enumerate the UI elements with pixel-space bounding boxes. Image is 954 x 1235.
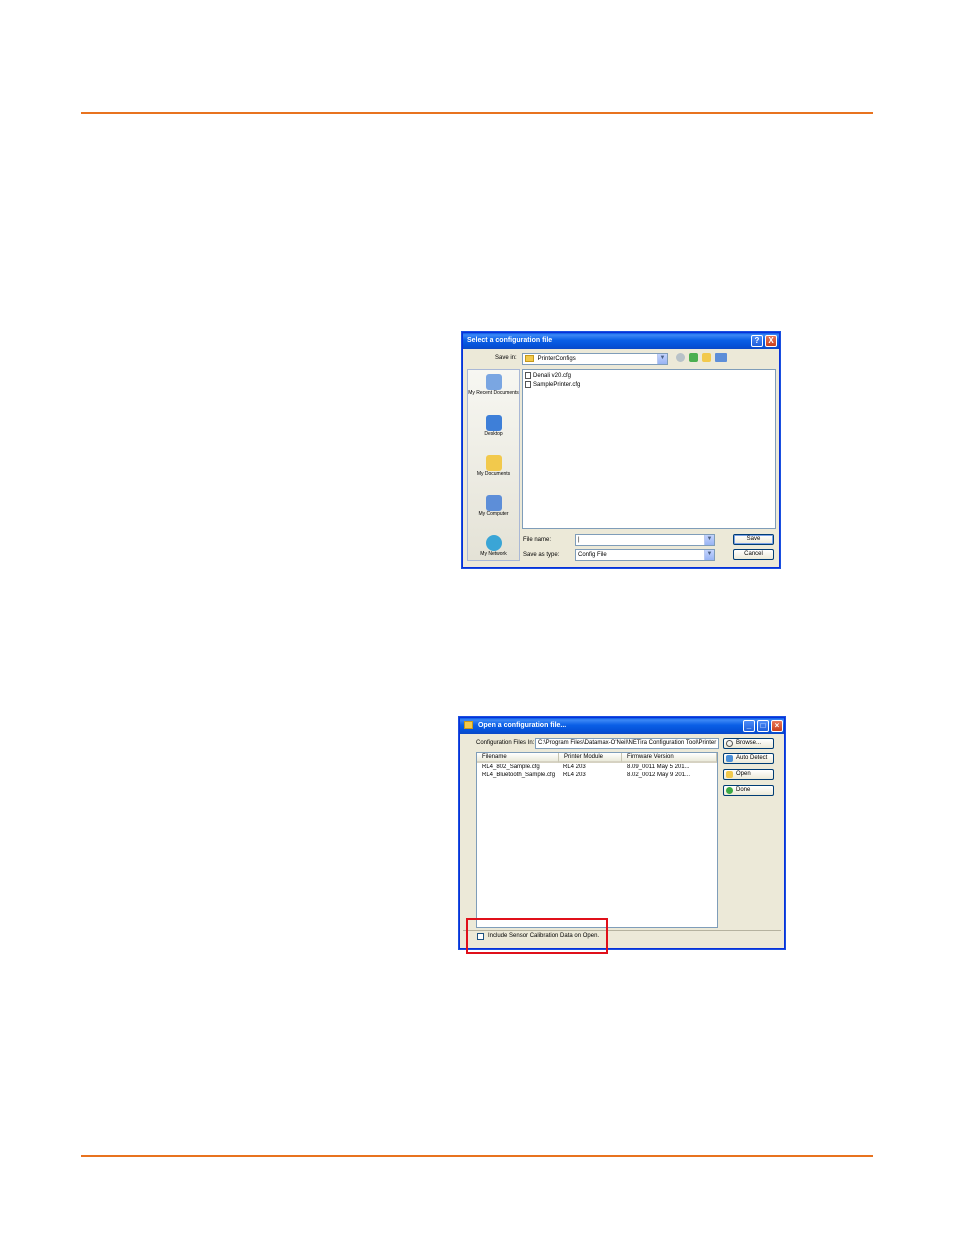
save-in-label: Save in: [495, 355, 517, 361]
table-row[interactable]: RL4_802_Sample.cfg RL4 203 8.09_0011 May… [477, 764, 717, 772]
window-app-icon [464, 721, 473, 730]
recent-documents-icon [485, 374, 502, 390]
auto-detect-button[interactable]: Auto Detect [723, 753, 774, 764]
browse-label: Browse... [736, 740, 762, 746]
save-dialog-title: Select a configuration file [467, 337, 553, 344]
check-icon [726, 787, 733, 794]
browse-button[interactable]: Browse... [723, 738, 774, 749]
network-icon [485, 535, 502, 551]
open-config-dialog: Open a configuration file... _ □ × Confi… [459, 717, 785, 949]
file-name-text: Denali v20.cfg [533, 373, 572, 380]
config-file-icon [525, 372, 531, 379]
column-header-filename[interactable]: Filename [477, 753, 559, 763]
column-header-printer-module[interactable]: Printer Module [559, 753, 622, 763]
detect-icon [726, 755, 733, 762]
file-name-label: File name: [523, 537, 552, 543]
folder-icon [525, 354, 534, 362]
path-input[interactable]: C:\Program Files\Datamax-O'Neil\NETira C… [535, 738, 719, 749]
place-computer[interactable]: My Computer [468, 495, 519, 517]
minimize-icon[interactable]: _ [743, 720, 755, 732]
chevron-down-icon[interactable]: ▼ [704, 550, 714, 560]
place-desktop[interactable]: Desktop [468, 415, 519, 437]
save-config-dialog: Select a configuration file ? X Save in:… [462, 332, 780, 568]
chevron-down-icon: ▼ [657, 354, 667, 364]
column-header-firmware-version[interactable]: Firmware Version [622, 753, 717, 763]
save-dialog-titlebar[interactable]: Select a configuration file ? X [463, 333, 779, 349]
path-label: Configuration Files In: [476, 740, 535, 746]
cancel-button[interactable]: Cancel [733, 549, 774, 560]
path-value: C:\Program Files\Datamax-O'Neil\NETira C… [538, 740, 717, 746]
save-type-label: Save as type: [523, 552, 560, 558]
file-name-value: | [578, 537, 580, 543]
save-in-dropdown[interactable]: PrinterConfigs ▼ [522, 353, 668, 365]
save-type-dropdown[interactable]: Config File ▼ [575, 549, 715, 561]
place-documents-label: My Documents [476, 471, 511, 477]
back-icon[interactable] [676, 353, 685, 362]
place-network[interactable]: My Network [468, 535, 519, 557]
file-name-input[interactable]: | ▼ [575, 534, 715, 546]
place-recent[interactable]: My Recent Documents [468, 374, 519, 396]
footer-rule [81, 1155, 873, 1157]
list-item[interactable]: SamplePrinter.cfg [525, 381, 580, 388]
place-network-label: My Network [480, 551, 507, 557]
done-label: Done [736, 787, 751, 793]
cell-printer-module: RL4 203 [563, 772, 586, 778]
open-dialog-titlebar[interactable]: Open a configuration file... _ □ × [460, 718, 784, 734]
cell-filename: RL4_Bluetooth_Sample.cfg [482, 772, 556, 778]
help-button[interactable]: ? [751, 335, 763, 347]
list-item[interactable]: Denali v20.cfg [525, 372, 571, 379]
place-documents[interactable]: My Documents [468, 455, 519, 477]
save-in-value: PrinterConfigs [537, 356, 576, 362]
maximize-icon[interactable]: □ [757, 720, 769, 732]
computer-icon [485, 495, 502, 511]
header-rule [81, 112, 873, 114]
new-folder-icon[interactable] [702, 353, 711, 362]
config-file-icon [525, 381, 531, 388]
file-list[interactable]: Denali v20.cfg SamplePrinter.cfg [522, 369, 776, 529]
cell-filename: RL4_802_Sample.cfg [482, 764, 540, 770]
cell-printer-module: RL4 203 [563, 764, 586, 770]
done-button[interactable]: Done [723, 785, 774, 796]
place-computer-label: My Computer [478, 511, 509, 517]
place-recent-label: My Recent Documents [468, 390, 519, 396]
place-desktop-label: Desktop [484, 431, 503, 437]
checkbox-highlight-box [466, 918, 608, 954]
save-type-value: Config File [578, 552, 607, 558]
open-dialog-title: Open a configuration file... [477, 722, 567, 729]
up-folder-icon[interactable] [689, 353, 698, 362]
cell-firmware-version: 8.09_0011 May 5 201... [627, 764, 690, 770]
open-folder-icon [726, 771, 733, 778]
file-name-text: SamplePrinter.cfg [533, 382, 581, 389]
auto-detect-label: Auto Detect [736, 755, 768, 761]
documents-folder-icon [485, 455, 502, 471]
config-file-table[interactable]: Filename Printer Module Firmware Version… [476, 752, 718, 928]
save-button[interactable]: Save [733, 534, 774, 545]
desktop-icon [485, 415, 502, 431]
close-icon[interactable]: × [771, 720, 783, 732]
open-button[interactable]: Open [723, 769, 774, 780]
cell-firmware-version: 8.02_0012 May 9 201... [627, 772, 691, 778]
chevron-down-icon[interactable]: ▼ [704, 535, 714, 545]
close-button[interactable]: X [765, 335, 777, 347]
open-label: Open [736, 771, 751, 777]
places-bar: My Recent Documents Desktop My Documents… [467, 369, 520, 561]
table-row[interactable]: RL4_Bluetooth_Sample.cfg RL4 203 8.02_00… [477, 772, 717, 780]
view-menu-icon[interactable] [715, 353, 727, 362]
magnifier-icon [726, 740, 733, 747]
